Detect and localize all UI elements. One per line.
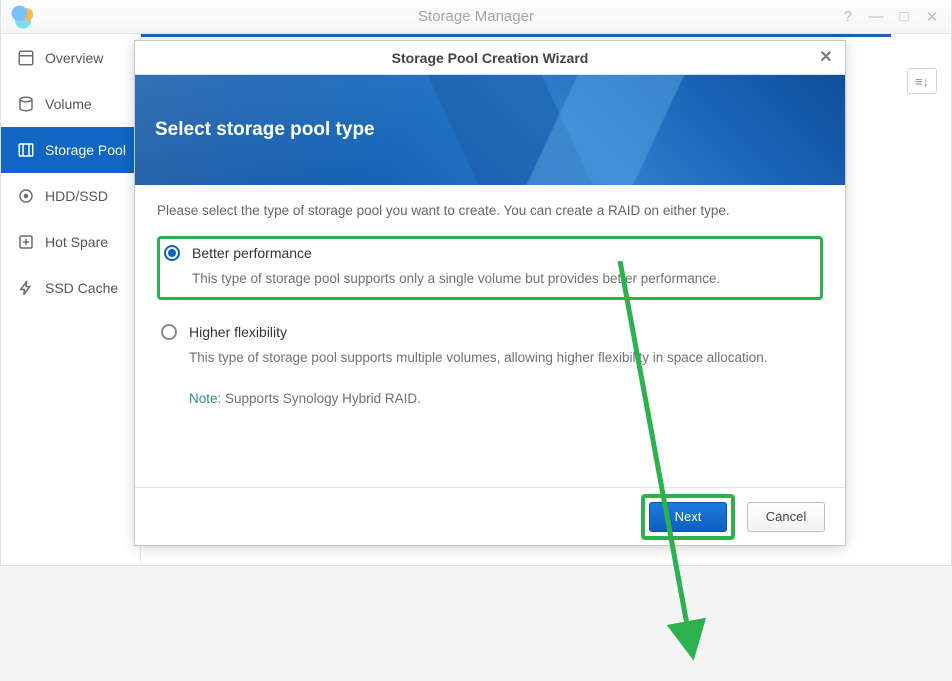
option-desc-text: This type of storage pool supports multi… [189,350,768,365]
option-description: This type of storage pool supports multi… [189,348,819,409]
sidebar-item-label: Hot Spare [45,234,108,250]
radio-unselected-icon[interactable] [161,324,177,340]
radio-selected-icon[interactable] [164,245,180,261]
dialog-footer: Next Cancel [135,487,845,545]
hot-spare-icon [17,233,35,251]
close-icon[interactable]: ✕ [815,46,837,68]
sidebar-item-ssd-cache[interactable]: SSD Cache [1,265,140,311]
sidebar-item-label: SSD Cache [45,280,118,296]
option-description: This type of storage pool supports only … [192,269,816,289]
hdd-icon [17,187,35,205]
storage-manager-window: Storage Manager ? — □ ✕ Overview Volume … [0,0,952,566]
dialog-banner-heading: Select storage pool type [155,119,375,141]
overview-icon [17,49,35,67]
dialog-body: Please select the type of storage pool y… [135,185,845,487]
window-title: Storage Manager [1,8,951,25]
sidebar-item-volume[interactable]: Volume [1,81,140,127]
sort-icon: ≡↓ [915,74,929,89]
option-note-text: Supports Synology Hybrid RAID. [221,391,421,406]
sidebar-item-hot-spare[interactable]: Hot Spare [1,219,140,265]
window-titlebar: Storage Manager ? — □ ✕ [1,0,951,34]
sidebar-item-overview[interactable]: Overview [1,35,140,81]
next-button[interactable]: Next [649,502,727,532]
option-header: Higher flexibility [161,324,819,340]
sidebar-item-hdd-ssd[interactable]: HDD/SSD [1,173,140,219]
sidebar-item-label: Storage Pool [45,142,126,158]
volume-icon [17,95,35,113]
option-label: Higher flexibility [189,324,287,340]
sidebar-item-label: HDD/SSD [45,188,108,204]
sort-button[interactable]: ≡↓ [907,68,937,94]
option-better-performance[interactable]: Better performance This type of storage … [157,236,823,300]
option-note-label: Note: [189,391,221,406]
sidebar-item-label: Volume [45,96,92,112]
sidebar-item-storage-pool[interactable]: Storage Pool [1,127,140,173]
sidebar: Overview Volume Storage Pool HDD/SSD Hot… [1,35,141,565]
storage-pool-icon [17,141,35,159]
ssd-cache-icon [17,279,35,297]
tab-strip-accent [141,34,891,37]
option-header: Better performance [164,245,816,261]
storage-pool-wizard-dialog: Storage Pool Creation Wizard ✕ Select st… [134,40,846,546]
next-button-highlight: Next [641,494,735,540]
sidebar-item-label: Overview [45,50,103,66]
dialog-banner: Select storage pool type [135,75,845,185]
dialog-titlebar: Storage Pool Creation Wizard ✕ [135,41,845,75]
dialog-title: Storage Pool Creation Wizard [392,50,589,66]
cancel-button[interactable]: Cancel [747,502,825,532]
option-higher-flexibility[interactable]: Higher flexibility This type of storage … [157,318,823,417]
dialog-intro-text: Please select the type of storage pool y… [157,203,823,218]
option-label: Better performance [192,245,312,261]
